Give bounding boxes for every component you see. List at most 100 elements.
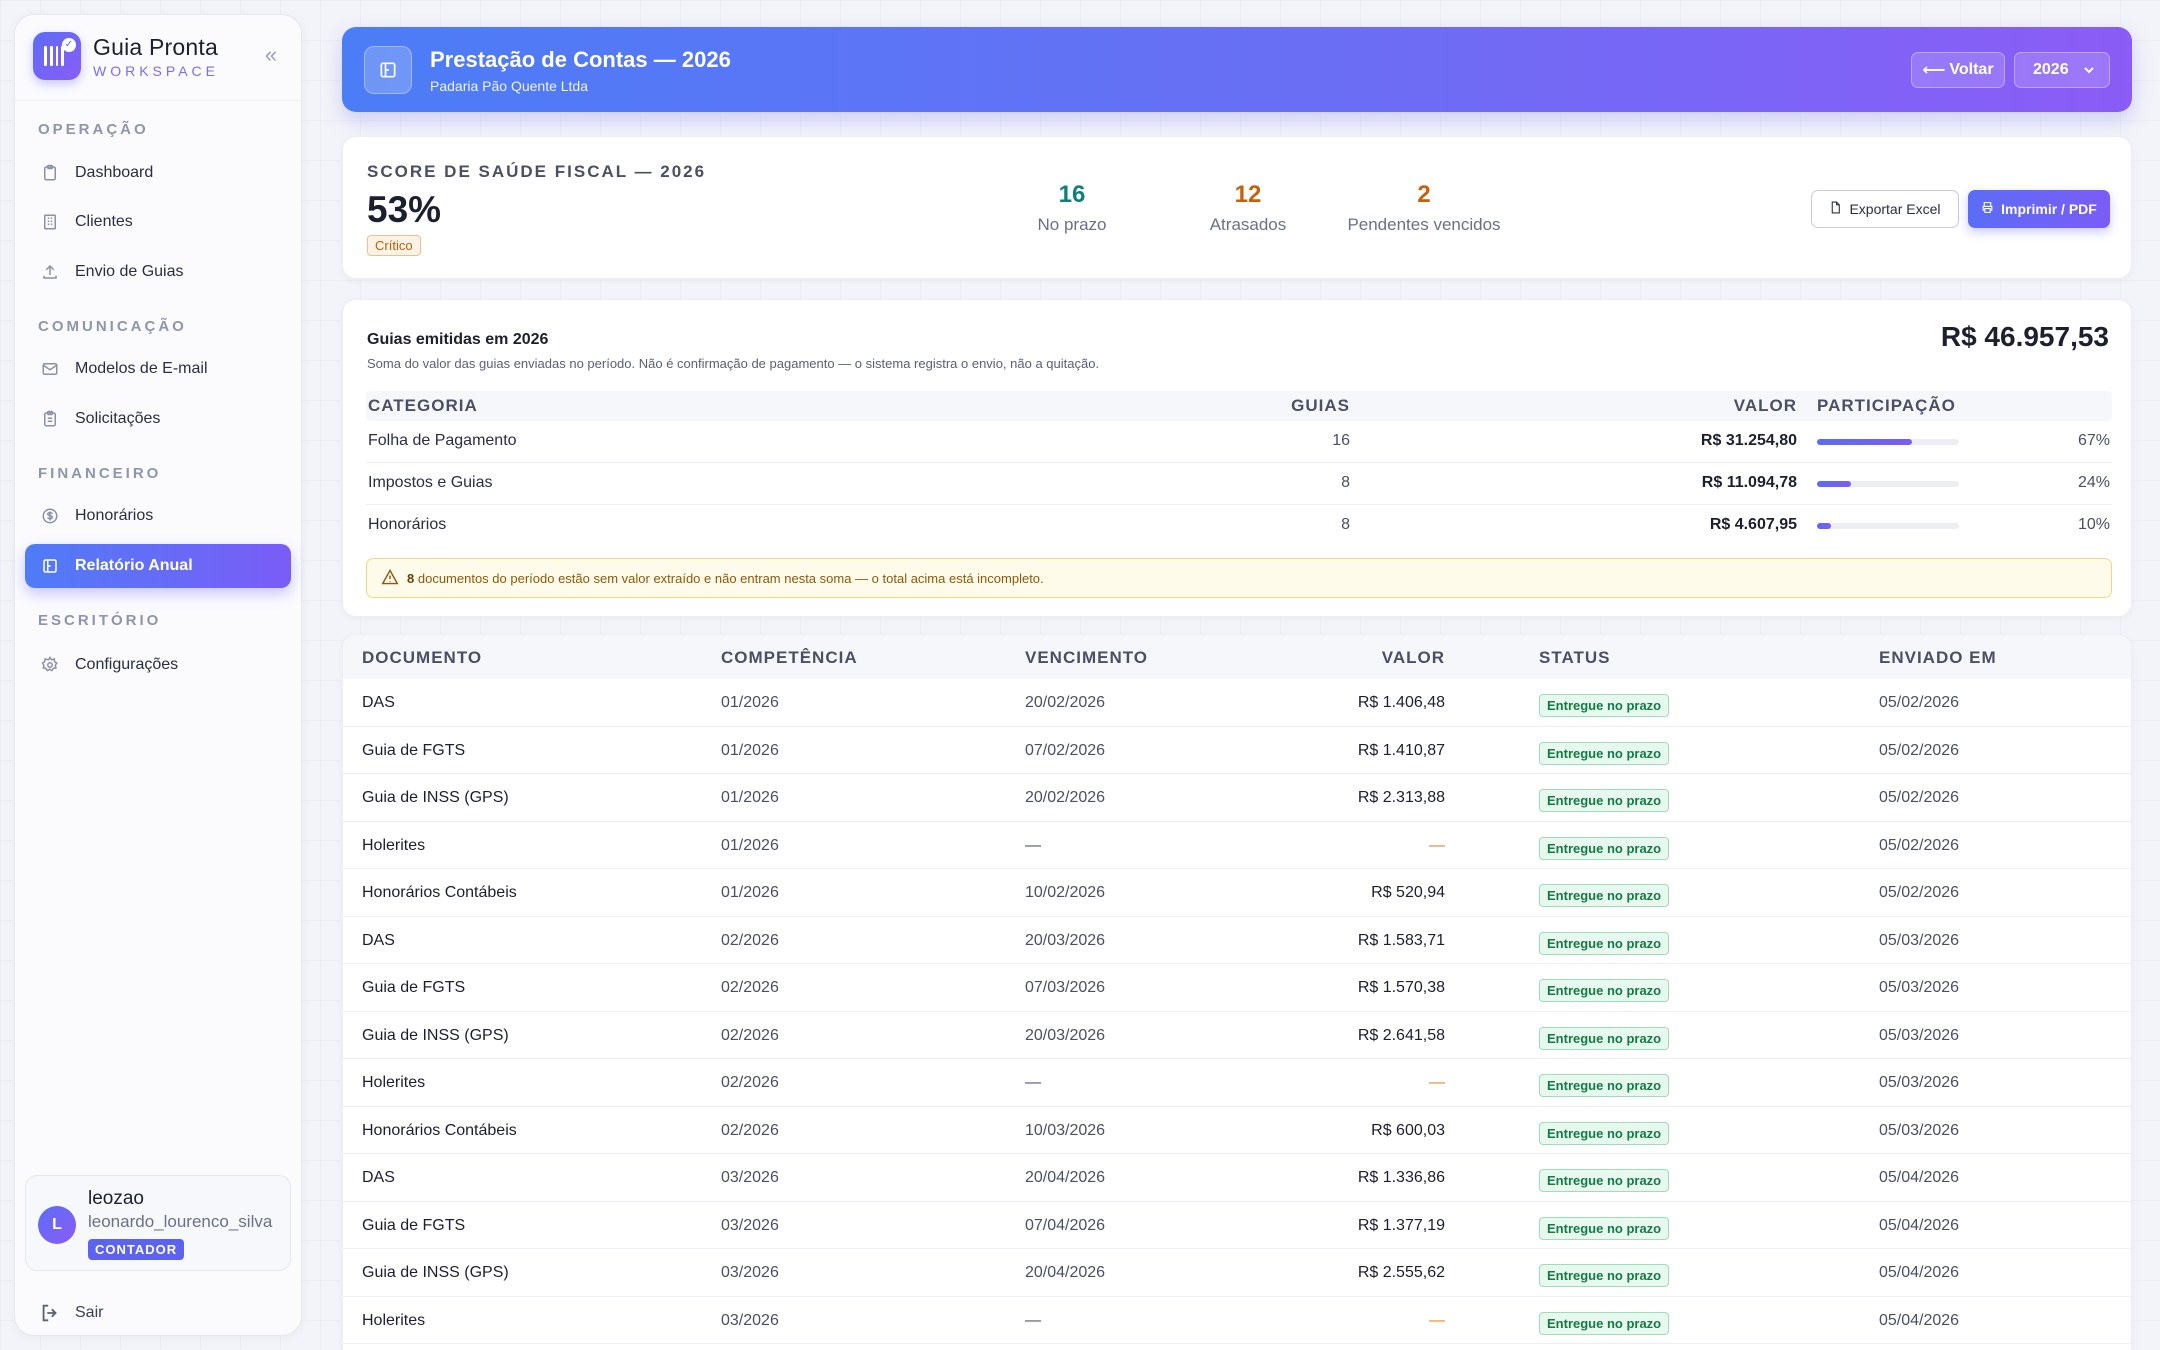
cell-enviado-em: 05/03/2026 bbox=[1879, 1121, 1960, 1139]
guias-title: Guias emitidas em 2026 bbox=[367, 331, 549, 348]
cell-valor: R$ 2.555,62 bbox=[1357, 1264, 1445, 1281]
table-row[interactable]: DAS 03/2026 20/04/2026 R$ 1.336,86 Entregue … bbox=[343, 1154, 2131, 1202]
score-card: SCORE DE SAÚDE FISCAL — 2026 53% Crítico… bbox=[342, 136, 2132, 279]
user-card[interactable]: L leozao leonardo_lourenco_silva CONTADO… bbox=[25, 1175, 291, 1271]
column-header-enviado-em: ENVIADO EM bbox=[1879, 648, 1997, 667]
sidebar-item-envio-de-guias[interactable]: Envio de Guias bbox=[25, 250, 291, 294]
logo: ✓ bbox=[33, 32, 81, 80]
collapse-sidebar-icon[interactable]: « bbox=[257, 42, 285, 70]
table-row[interactable]: Honorários Contábeis 02/2026 10/03/2026 R$ … bbox=[343, 1107, 2131, 1154]
column-header-categoria: CATEGORIA bbox=[368, 396, 478, 415]
cell-vencimento: 20/04/2026 bbox=[1025, 1264, 1106, 1281]
status-badge: Entregue no prazo bbox=[1539, 1311, 1670, 1335]
year-select[interactable]: 2026 bbox=[2014, 52, 2110, 88]
table-row[interactable]: Guia de FGTS 01/2026 07/02/2026 R$ 1.410,87… bbox=[343, 727, 2131, 774]
check-badge-icon: ✓ bbox=[62, 38, 76, 52]
cell-vencimento: 20/03/2026 bbox=[1025, 1026, 1106, 1044]
cell-enviado-em: 05/03/2026 bbox=[1879, 1026, 1960, 1044]
column-header-documento: DOCUMENTO bbox=[362, 648, 483, 667]
cell-competencia: 01/2026 bbox=[721, 789, 779, 806]
category-share: 24% bbox=[2077, 474, 2110, 491]
table-row[interactable]: Guia de INSS (GPS) 03/2026 20/04/2026 R$ 2.… bbox=[343, 1249, 2131, 1297]
sidebar-item-honorarios[interactable]: Honorários bbox=[25, 494, 291, 538]
cell-valor: R$ 520,94 bbox=[1371, 884, 1445, 901]
brand-name: Guia Pronta bbox=[93, 33, 218, 60]
status-badge: Entregue no prazo bbox=[1539, 836, 1670, 860]
cell-vencimento: 10/02/2026 bbox=[1025, 884, 1106, 901]
column-header-guias: GUIAS bbox=[1291, 396, 1350, 415]
table-row[interactable]: Guia de INSS (GPS) 02/2026 20/03/2026 R$ 2.… bbox=[343, 1012, 2131, 1059]
status-badge: Entregue no prazo bbox=[1539, 741, 1670, 765]
cell-vencimento: 07/02/2026 bbox=[1025, 741, 1106, 759]
cell-vencimento: — bbox=[1025, 836, 1041, 854]
sidebar-item-relatorio-anual[interactable]: Relatório Anual bbox=[25, 544, 291, 588]
category-table-header: CATEGORIA GUIAS VALOR PARTICIPAÇÃO bbox=[366, 391, 2112, 421]
cell-valor: R$ 2.641,58 bbox=[1357, 1026, 1445, 1044]
cell-enviado-em: 05/04/2026 bbox=[1879, 1311, 1960, 1329]
sidebar-item-modelos-de-email[interactable]: Modelos de E-mail bbox=[25, 347, 291, 391]
warning-icon bbox=[381, 568, 399, 588]
table-row[interactable]: Holerites 02/2026 — — Entregue no prazo 05/03… bbox=[343, 1059, 2131, 1107]
page-subtitle: Padaria Pão Quente Ltda bbox=[430, 78, 589, 94]
cell-valor: R$ 1.570,38 bbox=[1357, 979, 1445, 996]
stat-no-prazo: 16 No prazo bbox=[982, 181, 1162, 235]
cell-competencia: 01/2026 bbox=[721, 836, 779, 854]
status-badge: Entregue no prazo bbox=[1539, 931, 1670, 955]
cell-valor: R$ 2.313,88 bbox=[1357, 789, 1445, 806]
cell-enviado-em: 05/02/2026 bbox=[1879, 836, 1960, 854]
table-row[interactable]: Guia de INSS (GPS) 01/2026 20/02/2026 R$ 2.… bbox=[343, 774, 2131, 822]
share-bar-fill bbox=[1817, 481, 1852, 487]
cell-documento: Guia de INSS (GPS) bbox=[362, 1264, 509, 1281]
report-icon bbox=[39, 555, 61, 577]
cell-competencia: 02/2026 bbox=[721, 979, 779, 996]
cell-vencimento: 07/04/2026 bbox=[1025, 1216, 1106, 1234]
sidebar-item-dashboard[interactable]: Dashboard bbox=[25, 151, 291, 195]
export-excel-button[interactable]: Exportar Excel bbox=[1811, 190, 1959, 228]
stat-label: Atrasados bbox=[1209, 215, 1287, 234]
warning-count: 8 bbox=[407, 570, 415, 586]
cell-vencimento: — bbox=[1025, 1074, 1041, 1091]
documents-table: DOCUMENTO COMPETÊNCIA VENCIMENTO VALOR S… bbox=[342, 634, 2132, 1350]
cell-valor: — bbox=[1429, 1311, 1445, 1329]
table-row[interactable]: DAS 02/2026 20/03/2026 R$ 1.583,71 Entregue … bbox=[343, 917, 2131, 964]
print-pdf-button[interactable]: Imprimir / PDF bbox=[1968, 190, 2110, 228]
sidebar-item-configuracoes[interactable]: Configurações bbox=[25, 643, 291, 687]
sidebar-item-solicitacoes[interactable]: Solicitações bbox=[25, 397, 291, 441]
status-badge: Entregue no prazo bbox=[1539, 694, 1670, 717]
category-share: 67% bbox=[2077, 432, 2110, 449]
sidebar-item-label: Solicitações bbox=[75, 410, 161, 427]
sidebar-item-clientes[interactable]: Clientes bbox=[25, 200, 291, 244]
clipboard-icon bbox=[39, 162, 61, 184]
sidebar-item-label: Configurações bbox=[75, 656, 179, 673]
cell-documento: Holerites bbox=[362, 836, 426, 854]
guias-description: Soma do valor das guias enviadas no perí… bbox=[367, 356, 1100, 371]
column-header-status: STATUS bbox=[1539, 648, 1611, 667]
table-row[interactable]: DAS 01/2026 20/02/2026 R$ 1.406,48 Entregue … bbox=[343, 679, 2131, 727]
table-row[interactable]: Guia de FGTS 02/2026 07/03/2026 R$ 1.570,38… bbox=[343, 964, 2131, 1012]
brand[interactable]: ✓ Guia Pronta WORKSPACE « bbox=[33, 28, 285, 84]
cell-enviado-em: 05/02/2026 bbox=[1879, 694, 1960, 711]
cell-valor: — bbox=[1429, 836, 1445, 854]
logout-button[interactable]: Sair bbox=[39, 1302, 103, 1324]
section-label-financeiro: FINANCEIRO bbox=[38, 465, 162, 482]
category-value: R$ 31.254,80 bbox=[1700, 432, 1797, 449]
table-row[interactable]: Guia de FGTS 03/2026 07/04/2026 R$ 1.377,19… bbox=[343, 1202, 2131, 1249]
cell-competencia: 01/2026 bbox=[721, 741, 779, 759]
back-button[interactable]: ⟵ Voltar bbox=[1911, 52, 2005, 88]
incomplete-warning: 8 documentos do período estão sem valor … bbox=[366, 558, 2112, 598]
cell-enviado-em: 05/02/2026 bbox=[1879, 884, 1960, 901]
logout-label: Sair bbox=[75, 1304, 104, 1321]
year-value: 2026 bbox=[2033, 61, 2069, 78]
cell-valor: R$ 600,03 bbox=[1371, 1121, 1445, 1139]
table-row[interactable]: Honorários Contábeis 01/2026 10/02/2026 R$ … bbox=[343, 869, 2131, 917]
status-badge: Entregue no prazo bbox=[1539, 1216, 1670, 1240]
sidebar-item-label: Modelos de E-mail bbox=[75, 360, 208, 377]
section-label-operacao: OPERAÇÃO bbox=[38, 121, 149, 138]
cell-valor: R$ 1.583,71 bbox=[1357, 931, 1445, 949]
status-badge: Entregue no prazo bbox=[1539, 789, 1670, 812]
stat-pendentes-vencidos: 2 Pendentes vencidos bbox=[1324, 181, 1524, 235]
status-badge: Entregue no prazo bbox=[1539, 979, 1670, 1002]
table-row[interactable]: Holerites 01/2026 — — Entregue no prazo 05/02… bbox=[343, 822, 2131, 869]
table-row[interactable]: Holerites 03/2026 — — Entregue no prazo 05/04… bbox=[343, 1297, 2131, 1344]
category-share: 10% bbox=[2077, 516, 2110, 533]
